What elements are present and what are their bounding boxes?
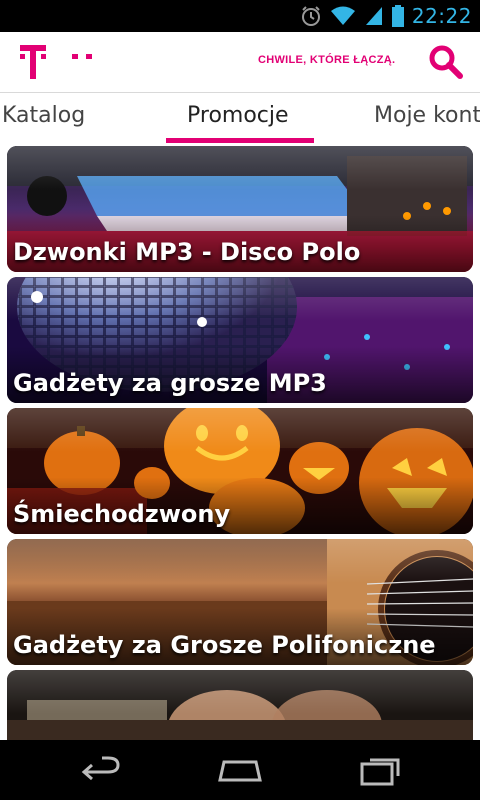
status-icons: 22:22	[300, 0, 472, 32]
promo-title: Gadżety za grosze MP3	[13, 369, 327, 397]
signal-icon	[365, 7, 382, 25]
tab-katalog[interactable]: Katalog	[2, 103, 85, 128]
tab-promocje[interactable]: Promocje	[187, 103, 289, 128]
promo-title: Śmiechodzwony	[13, 500, 231, 528]
active-tab-indicator	[166, 138, 314, 143]
promo-card-gadzety-mp3[interactable]: Gadżety za grosze MP3	[7, 277, 473, 403]
promo-card-smiechodzwony[interactable]: Śmiechodzwony	[7, 408, 473, 534]
battery-icon	[391, 5, 404, 27]
telekom-logo[interactable]	[20, 42, 94, 82]
home-icon[interactable]	[216, 754, 264, 786]
app-header: CHWILE, KTÓRE ŁĄCZĄ.	[0, 32, 480, 92]
wifi-icon	[330, 6, 355, 25]
back-icon[interactable]	[76, 754, 124, 786]
promo-list[interactable]: Dzwonki MP3 - Disco Polo Gadżety za gros…	[0, 144, 480, 740]
navigation-bar	[0, 740, 480, 800]
promo-card-gadzety-polifoniczne[interactable]: Gadżety za Grosze Polifoniczne	[7, 539, 473, 665]
alarm-icon	[301, 6, 320, 26]
status-bar: 22:22	[0, 0, 480, 32]
tab-bar: Katalog Promocje Moje kont	[0, 92, 480, 147]
promo-title: Dzwonki MP3 - Disco Polo	[13, 238, 361, 266]
promo-card-disco-polo[interactable]: Dzwonki MP3 - Disco Polo	[7, 146, 473, 272]
clock: 22:22	[411, 4, 472, 28]
tab-moje-konto[interactable]: Moje kont	[374, 103, 480, 128]
guitarist-image	[7, 670, 473, 740]
promo-title: Gadżety za Grosze Polifoniczne	[13, 631, 436, 659]
slogan: CHWILE, KTÓRE ŁĄCZĄ.	[258, 54, 396, 66]
recent-apps-icon[interactable]	[358, 754, 406, 786]
promo-card-guitarist[interactable]	[7, 670, 473, 740]
search-icon[interactable]	[428, 44, 464, 80]
